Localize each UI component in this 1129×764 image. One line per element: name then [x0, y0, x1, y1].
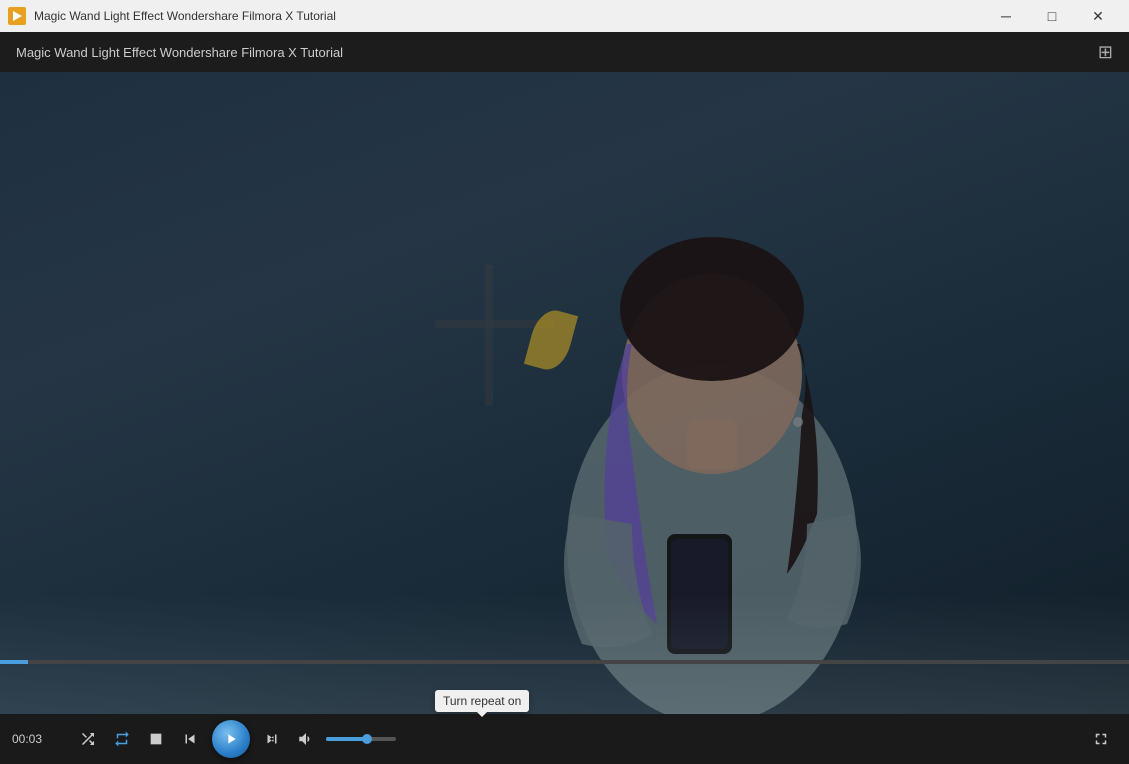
video-person — [502, 124, 922, 714]
window-title: Magic Wand Light Effect Wondershare Film… — [34, 9, 336, 23]
previous-icon — [181, 730, 199, 748]
progress-bar-fill — [0, 660, 28, 664]
maximize-button[interactable]: □ — [1029, 0, 1075, 32]
close-button[interactable]: ✕ — [1075, 0, 1121, 32]
next-button[interactable] — [256, 723, 288, 755]
controls-bar: 00:03 — [0, 714, 1129, 764]
video-progress-bar[interactable] — [0, 660, 1129, 664]
app-bar-title: Magic Wand Light Effect Wondershare Film… — [16, 45, 343, 60]
video-frame — [0, 72, 1129, 714]
stop-icon — [148, 731, 164, 747]
volume-icon — [297, 730, 315, 748]
repeat-icon — [113, 730, 131, 748]
title-bar-left: Magic Wand Light Effect Wondershare Film… — [8, 7, 336, 25]
grid-view-icon[interactable]: ⊞ — [1098, 42, 1113, 63]
shuffle-button[interactable] — [72, 723, 104, 755]
stop-button[interactable] — [140, 723, 172, 755]
controls-left: 00:03 — [12, 732, 64, 746]
time-display: 00:03 — [12, 732, 52, 746]
app-icon — [8, 7, 26, 25]
app-bar: Magic Wand Light Effect Wondershare Film… — [0, 32, 1129, 72]
volume-thumb — [362, 734, 372, 744]
window-controls: ─ □ ✕ — [983, 0, 1121, 32]
play-button[interactable] — [212, 720, 250, 758]
title-bar: Magic Wand Light Effect Wondershare Film… — [0, 0, 1129, 32]
fullscreen-button[interactable] — [1085, 723, 1117, 755]
volume-slider[interactable] — [326, 737, 396, 741]
fullscreen-icon — [1092, 730, 1110, 748]
controls-center — [72, 720, 396, 758]
next-icon — [263, 730, 281, 748]
play-icon — [223, 731, 239, 747]
volume-area — [290, 723, 396, 755]
shuffle-icon — [79, 730, 97, 748]
repeat-button[interactable] — [106, 723, 138, 755]
minimize-button[interactable]: ─ — [983, 0, 1029, 32]
volume-button[interactable] — [290, 723, 322, 755]
video-area[interactable] — [0, 72, 1129, 714]
previous-button[interactable] — [174, 723, 206, 755]
